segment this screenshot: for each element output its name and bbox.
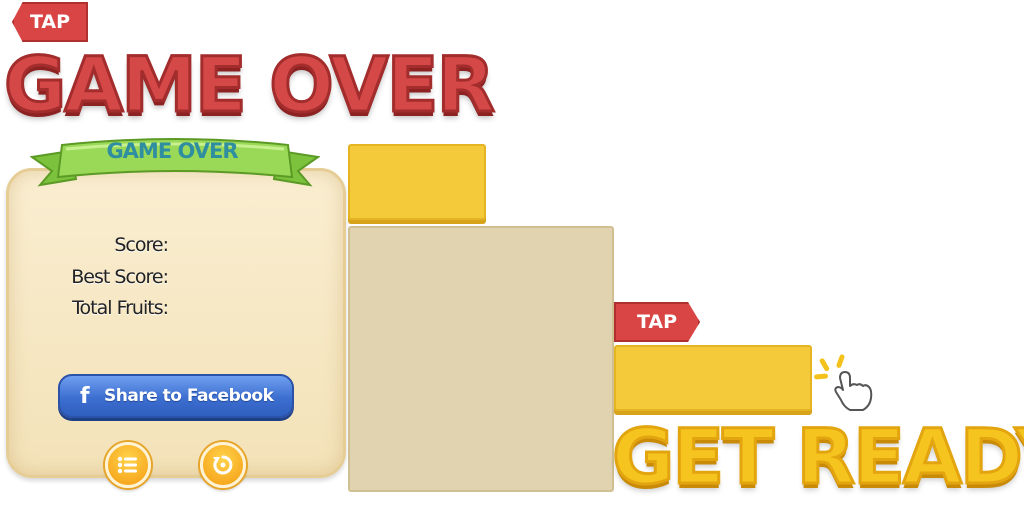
score-label: Score: — [114, 234, 169, 256]
game-over-title: GAME OVER — [2, 39, 496, 131]
list-icon — [117, 456, 137, 474]
facebook-icon: f — [80, 383, 90, 409]
replay-button[interactable] — [200, 442, 246, 488]
share-to-facebook-button[interactable]: f Share to Facebook — [58, 374, 294, 418]
share-to-facebook-label: Share to Facebook — [104, 386, 274, 406]
tap-tag-middle: TAP — [614, 302, 700, 342]
tap-hand-icon — [814, 354, 873, 411]
best-score-label: Best Score: — [71, 266, 169, 288]
game-over-panel — [6, 168, 346, 478]
replay-icon — [213, 455, 233, 475]
tap-tag-top: TAP — [12, 2, 88, 42]
total-fruits-label: Total Fruits: — [72, 297, 169, 319]
yellow-placeholder-block — [348, 144, 486, 220]
ribbon-label: GAME OVER — [106, 139, 238, 163]
get-ready-title: GET READY — [610, 411, 1024, 503]
menu-button[interactable] — [105, 442, 151, 488]
beige-placeholder-block — [348, 226, 614, 492]
yellow-placeholder-block-2 — [614, 345, 812, 411]
